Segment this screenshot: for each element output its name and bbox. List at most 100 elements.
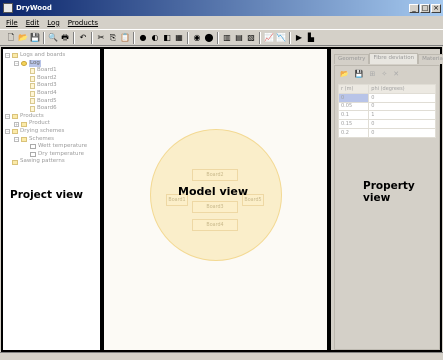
run-icon[interactable]: ▶ <box>294 33 304 43</box>
cell-r[interactable]: 0.05 <box>337 101 370 112</box>
tree-item[interactable]: − Logs and boards <box>5 52 100 60</box>
undo-icon[interactable]: ↶ <box>78 33 88 43</box>
results-icon[interactable]: ▙ <box>306 33 316 43</box>
open-icon[interactable]: 📂 <box>18 33 28 43</box>
cell-r[interactable]: 0.1 <box>337 110 370 121</box>
tab-material[interactable]: Material <box>418 54 443 64</box>
board-c-icon[interactable]: ▧ <box>246 33 256 43</box>
tree-item[interactable]: Board6 <box>5 105 100 113</box>
tree-item[interactable]: Board4 <box>5 90 100 98</box>
tree-item-label: Board2 <box>37 74 57 81</box>
tree-item[interactable]: Board1 <box>5 67 100 75</box>
toolbar-separator <box>217 31 219 44</box>
copy-icon[interactable]: ⎘ <box>108 33 118 43</box>
fibre-deviation-table[interactable]: r (m) phi (degrees) 0 0 0.05 0 0.1 1 0.15 0 0.2 0 <box>337 84 436 138</box>
collapse-icon[interactable]: − <box>14 136 19 142</box>
chart-b-icon[interactable]: 📉 <box>276 33 286 43</box>
table-row[interactable]: 0.15 0 <box>337 119 436 129</box>
tree-item[interactable]: Board5 <box>5 98 100 106</box>
collapse-icon[interactable]: − <box>5 129 10 135</box>
print-icon[interactable]: 🖶 <box>60 33 70 43</box>
menu-bar: File Edit Log Products <box>0 16 443 29</box>
table-row[interactable]: 00 <box>337 92 436 103</box>
tree-item-label: Log <box>29 59 41 68</box>
menu-file[interactable]: File <box>6 19 18 27</box>
tab-fibre-deviation[interactable]: Fibre deviation <box>369 53 419 64</box>
cell-phi[interactable]: 0 <box>368 127 436 138</box>
tab-geometry[interactable]: Geometry <box>334 54 370 64</box>
delete-icon[interactable]: ✕ <box>393 70 399 78</box>
chart-a-icon[interactable]: 📈 <box>264 33 274 43</box>
cell-phi[interactable]: 0 <box>368 119 436 129</box>
menu-products[interactable]: Products <box>68 19 98 27</box>
cell-phi[interactable]: 1 <box>368 110 436 121</box>
maximize-button[interactable]: □ <box>420 3 430 13</box>
tree-item[interactable]: − Products <box>5 113 100 121</box>
board-icon <box>30 98 35 105</box>
board-icon <box>30 75 35 82</box>
project-view-pane: − Logs and boards − Log Board1 Board2 Board3 Bo… <box>1 47 102 352</box>
tree-item-label: Board5 <box>37 97 57 104</box>
wand-icon[interactable]: ✧ <box>381 70 387 78</box>
tree-item[interactable]: Wett temperature <box>5 143 100 151</box>
table-row[interactable]: 0.2 0 <box>337 127 436 138</box>
new-icon[interactable]: 🗋 <box>6 33 16 43</box>
log-board-icon[interactable]: ▦ <box>174 33 184 43</box>
log-cut-icon[interactable]: ◧ <box>162 33 172 43</box>
add-row-icon[interactable]: ⊞ <box>369 70 375 78</box>
save-icon[interactable]: 💾 <box>30 33 40 43</box>
collapse-icon[interactable]: − <box>5 114 10 120</box>
chart-icon <box>30 144 36 150</box>
menu-log[interactable]: Log <box>47 19 60 27</box>
tree-item[interactable]: − Drying schemes <box>5 128 100 136</box>
cell-phi[interactable]: 0 <box>368 92 436 103</box>
paste-icon[interactable]: 📋 <box>120 33 130 43</box>
minimize-button[interactable]: _ <box>409 3 419 13</box>
tree-item[interactable]: + Product <box>5 120 100 128</box>
circle-icon[interactable]: ⬤ <box>204 33 214 43</box>
project-view-label: Project view <box>10 189 83 201</box>
table-row[interactable]: 0.05 0 <box>337 101 436 112</box>
cut-icon[interactable]: ✂ <box>96 33 106 43</box>
board-icon <box>30 67 35 74</box>
status-bar <box>0 352 443 360</box>
table-row[interactable]: 0.1 1 <box>337 110 436 121</box>
title-bar: DryWood _ □ × <box>0 0 443 16</box>
tree-item[interactable]: − Log <box>5 59 100 68</box>
cell-r[interactable]: 0 <box>337 92 370 103</box>
board-b-icon[interactable]: ▤ <box>234 33 244 43</box>
tree-item-label: Board3 <box>37 82 57 89</box>
tree-item[interactable]: Board2 <box>5 75 100 83</box>
property-toolbar: 📂 💾 ⊞ ✧ ✕ <box>340 70 399 78</box>
column-header-phi[interactable]: phi (degrees) <box>368 84 436 94</box>
print-preview-icon[interactable]: 🔍 <box>48 33 58 43</box>
tree-item[interactable]: Sawing patterns <box>5 158 100 166</box>
expand-icon[interactable]: + <box>14 121 19 127</box>
toolbar-separator <box>91 31 93 44</box>
toolbar-separator <box>259 31 261 44</box>
tree-item[interactable]: Dry temperature <box>5 151 100 159</box>
open-icon[interactable]: 📂 <box>340 70 349 78</box>
tree-item[interactable]: − Schemes <box>5 136 100 144</box>
color-icon[interactable]: ◉ <box>192 33 202 43</box>
board-a-icon[interactable]: ▥ <box>222 33 232 43</box>
collapse-icon[interactable]: − <box>14 60 19 66</box>
board-4[interactable]: Board4 <box>192 219 238 231</box>
menu-edit[interactable]: Edit <box>26 19 40 27</box>
cell-r[interactable]: 0.15 <box>337 119 370 129</box>
model-view-pane[interactable]: Board2 Board1 Board3 Board5 Board4 Model… <box>102 47 329 352</box>
cell-phi[interactable]: 0 <box>368 101 436 112</box>
board-2[interactable]: Board2 <box>192 169 238 181</box>
log-rotate-icon[interactable]: ◐ <box>150 33 160 43</box>
cell-r[interactable]: 0.2 <box>337 127 370 138</box>
save-icon[interactable]: 💾 <box>355 70 364 78</box>
toolbar-separator <box>73 31 75 44</box>
column-header-r[interactable]: r (m) <box>337 84 370 94</box>
board-3[interactable]: Board3 <box>192 201 238 213</box>
collapse-icon[interactable]: − <box>5 53 10 59</box>
folder-icon <box>12 159 18 165</box>
close-button[interactable]: × <box>431 3 441 13</box>
tree-item[interactable]: Board3 <box>5 82 100 90</box>
tree-item-label: Board1 <box>37 67 57 74</box>
log-add-icon[interactable]: ● <box>138 33 148 43</box>
